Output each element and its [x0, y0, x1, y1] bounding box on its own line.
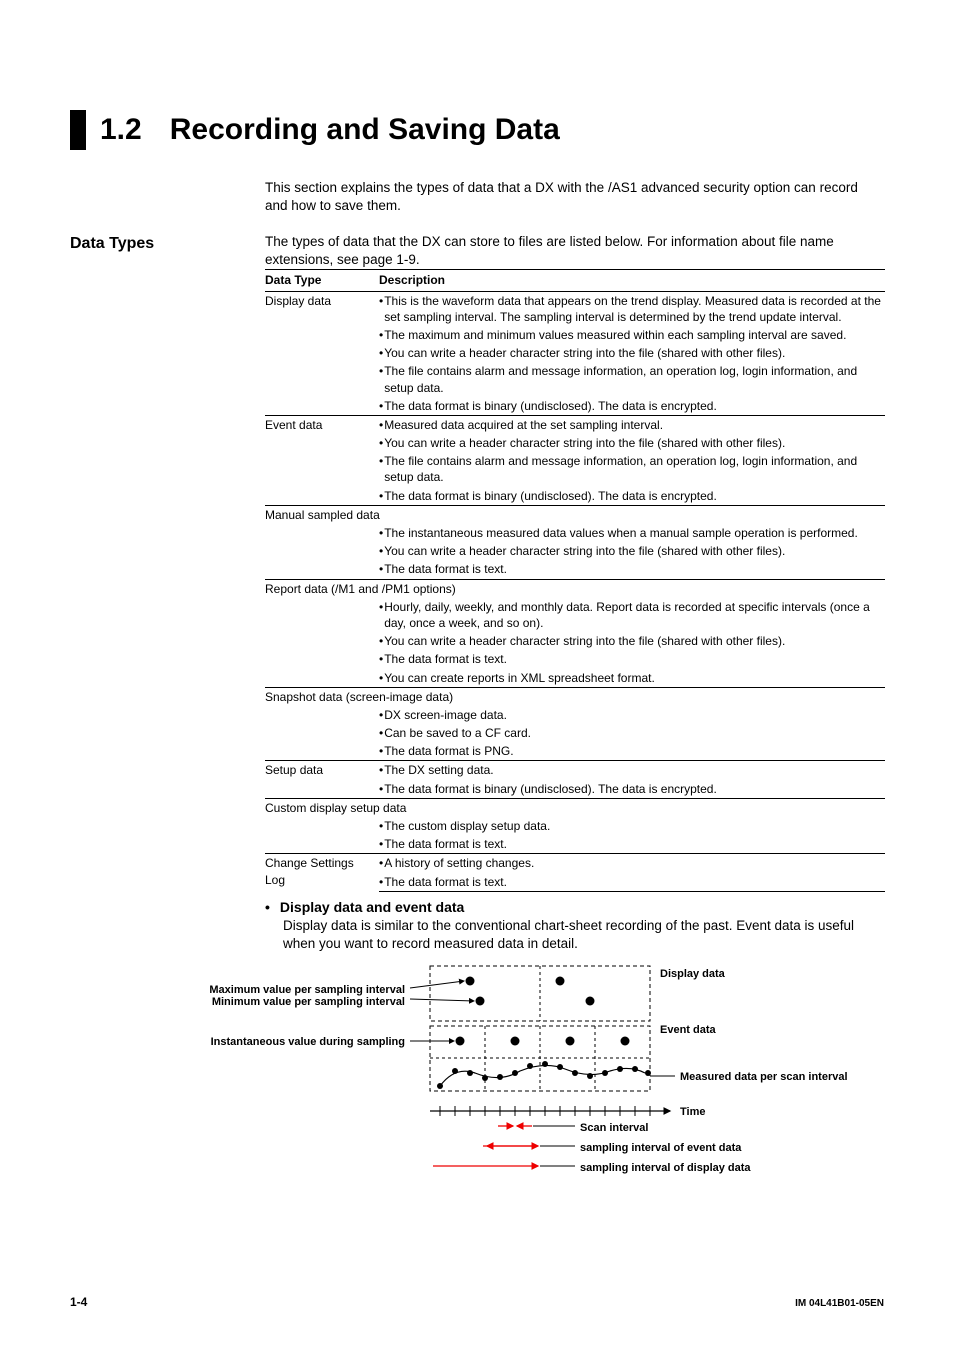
row-type: Snapshot data (screen-image data): [265, 687, 885, 706]
sampling-diagram: Maximum value per sampling interval Mini…: [180, 961, 940, 1191]
label-time: Time: [680, 1105, 705, 1120]
data-types-table: Data Type Description Display data •This…: [265, 269, 885, 891]
cell: DX screen-image data.: [384, 707, 881, 723]
cell: The file contains alarm and message info…: [384, 363, 881, 395]
cell: The data format is binary (undisclosed).…: [384, 781, 881, 797]
row-type: Change Settings Log: [265, 854, 379, 891]
cell: You can write a header character string …: [384, 345, 881, 361]
data-types-intro: The types of data that the DX can store …: [265, 233, 884, 269]
cell: The data format is text.: [384, 874, 881, 890]
intro-paragraph: This section explains the types of data …: [265, 179, 884, 215]
col-header-type: Data Type: [265, 270, 379, 291]
doc-id: IM 04L41B01-05EN: [795, 1297, 884, 1311]
row-type: Manual sampled data: [265, 505, 885, 524]
subsection-heading: Display data and event data: [280, 898, 464, 917]
cell: A history of setting changes.: [384, 855, 881, 871]
cell: You can write a header character string …: [384, 543, 881, 559]
label-inst: Instantaneous value during sampling: [211, 1035, 405, 1050]
row-type: Event data: [265, 415, 379, 434]
cell: The DX setting data.: [384, 762, 881, 778]
cell: The data format is text.: [384, 651, 881, 667]
cell: The data format is PNG.: [384, 743, 881, 759]
title-text: Recording and Saving Data: [170, 110, 560, 151]
page-number: 1-4: [70, 1294, 87, 1310]
cell: This is the waveform data that appears o…: [384, 293, 881, 325]
label-sampling-event: sampling interval of event data: [580, 1141, 741, 1156]
subsection-body: Display data is similar to the conventio…: [283, 917, 884, 953]
cell: You can write a header character string …: [384, 435, 881, 451]
cell: You can write a header character string …: [384, 633, 881, 649]
cell: The instantaneous measured data values w…: [384, 525, 881, 541]
label-sampling-display: sampling interval of display data: [580, 1161, 751, 1176]
row-type: Custom display setup data: [265, 798, 885, 817]
label-min: Minimum value per sampling interval: [212, 995, 405, 1010]
row-type: Setup data: [265, 761, 379, 780]
cell: The data format is text.: [384, 561, 881, 577]
cell: The custom display setup data.: [384, 818, 881, 834]
cell: Measured data acquired at the set sampli…: [384, 417, 881, 433]
bullet-icon: •: [265, 898, 270, 917]
cell: The data format is binary (undisclosed).…: [384, 398, 881, 414]
label-event-data: Event data: [660, 1023, 716, 1038]
col-header-desc: Description: [379, 270, 885, 291]
label-display-data: Display data: [660, 967, 725, 982]
cell: The file contains alarm and message info…: [384, 453, 881, 485]
cell: You can create reports in XML spreadshee…: [384, 670, 881, 686]
row-type: Report data (/M1 and /PM1 options): [265, 579, 885, 598]
cell: The data format is text.: [384, 836, 881, 852]
row-type: Display data: [265, 291, 379, 326]
label-measured-data: Measured data per scan interval: [680, 1070, 848, 1085]
section-title: 1.2 Recording and Saving Data: [70, 110, 884, 151]
cell: The maximum and minimum values measured …: [384, 327, 881, 343]
data-types-heading: Data Types: [70, 233, 265, 255]
cell: The data format is binary (undisclosed).…: [384, 488, 881, 504]
title-accent-bar: [70, 110, 86, 150]
label-scan-interval: Scan interval: [580, 1121, 648, 1136]
cell: Hourly, daily, weekly, and monthly data.…: [384, 599, 881, 631]
cell: Can be saved to a CF card.: [384, 725, 881, 741]
title-number: 1.2: [100, 110, 142, 151]
